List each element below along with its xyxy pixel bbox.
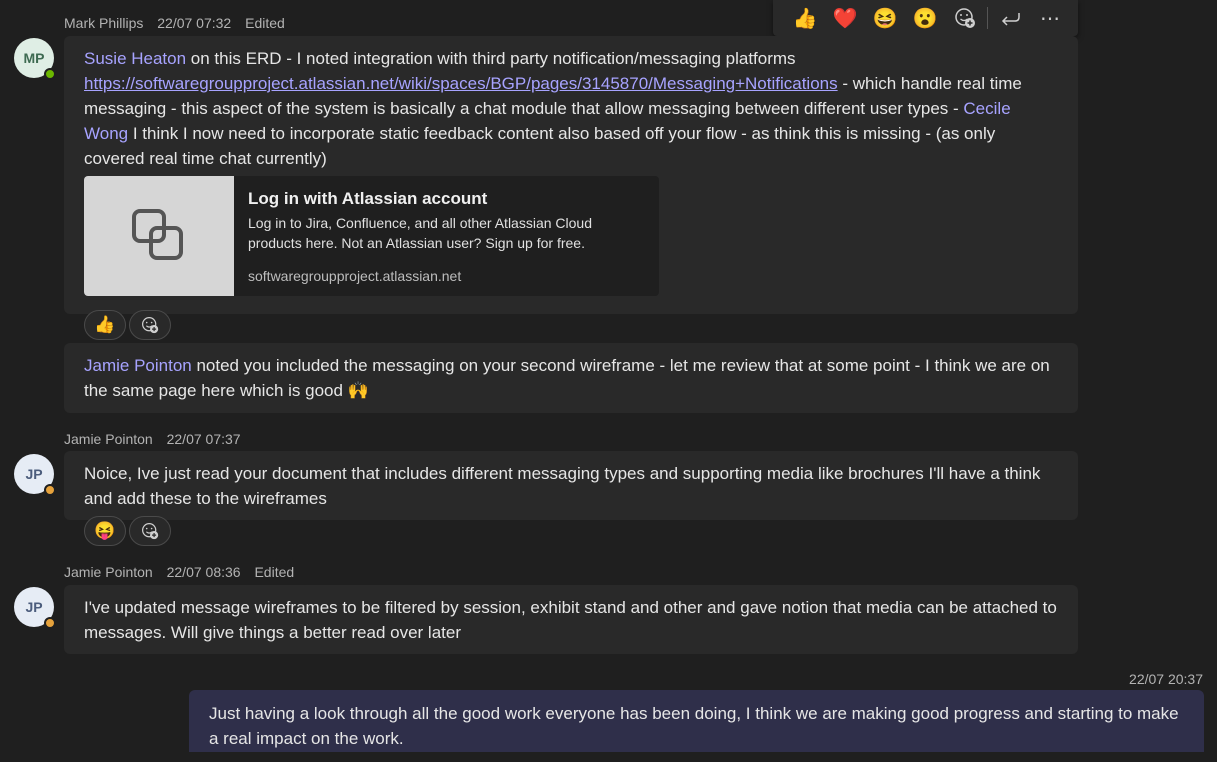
author-name[interactable]: Mark Phillips (64, 15, 143, 31)
card-title: Log in with Atlassian account (248, 189, 488, 208)
reply-button[interactable] (990, 0, 1030, 36)
message-header: Mark Phillips 22/07 07:32 Edited (64, 15, 295, 31)
edited-label: Edited (254, 564, 295, 580)
avatar[interactable]: JP (14, 587, 56, 629)
edited-label: Edited (245, 15, 285, 31)
message-header: Jamie Pointon 22/07 08:36 Edited (64, 564, 304, 580)
message-bubble: Noice, Ive just read your document that … (64, 451, 1078, 520)
avatar-initials: MP (23, 50, 45, 66)
avatar[interactable]: MP (14, 38, 56, 80)
thumbs-up-icon: 👍 (94, 315, 116, 334)
reaction-pill[interactable]: 😝 (84, 516, 126, 546)
avatar[interactable]: JP (14, 454, 56, 496)
message-text: Noice, Ive just read your document that … (84, 464, 1041, 508)
tongue-out-emoji-icon: 😝 (94, 521, 116, 540)
message-header: Jamie Pointon 22/07 07:37 (64, 431, 251, 447)
card-thumbnail (84, 176, 234, 296)
presence-available-icon (44, 68, 56, 80)
heart-reaction-button[interactable]: ❤️ (825, 0, 865, 36)
message-timestamp: 22/07 07:32 (157, 15, 232, 31)
add-reaction-icon (142, 523, 159, 540)
author-name[interactable]: Jamie Pointon (64, 431, 153, 447)
add-reaction-icon (142, 317, 159, 334)
add-reaction-button[interactable] (129, 310, 171, 340)
presence-away-icon (44, 484, 56, 496)
message-text-part: on this ERD - I noted integration with t… (186, 49, 796, 68)
link-icon (132, 209, 183, 260)
message-timestamp: 22/07 20:37 (1129, 671, 1203, 687)
own-message-bubble: Just having a look through all the good … (189, 690, 1204, 752)
message-text: Susie Heaton on this ERD - I noted integ… (84, 46, 1058, 171)
presence-away-icon (44, 617, 56, 629)
avatar-initials: JP (25, 466, 43, 482)
surprised-reaction-button[interactable]: 😮 (905, 0, 945, 36)
message-timestamp: 22/07 08:36 (166, 564, 241, 580)
mention[interactable]: Jamie Pointon (84, 356, 192, 375)
wiki-link[interactable]: https://softwaregroupproject.atlassian.n… (84, 74, 838, 93)
card-description: Log in to Jira, Confluence, and all othe… (248, 215, 592, 251)
avatar-initials: JP (25, 599, 43, 615)
link-preview-card[interactable]: Log in with Atlassian account Log in to … (84, 176, 659, 296)
message-bubble: I've updated message wireframes to be fi… (64, 585, 1078, 654)
add-reaction-icon (955, 8, 975, 28)
message-text: noted you included the messaging on your… (84, 356, 1050, 400)
message-bubble: Jamie Pointon noted you included the mes… (64, 343, 1078, 413)
message-actions-toolbar: 👍 ❤️ 😆 😮 ⋯ (773, 0, 1078, 36)
laugh-reaction-button[interactable]: 😆 (865, 0, 905, 36)
message-text: Just having a look through all the good … (209, 704, 1179, 748)
reply-icon (1001, 13, 1020, 26)
reaction-pill[interactable]: 👍 (84, 310, 126, 340)
like-reaction-button[interactable]: 👍 (785, 0, 825, 36)
card-domain: softwaregroupproject.atlassian.net (248, 268, 462, 284)
message-timestamp: 22/07 07:37 (166, 431, 241, 447)
message-text: I've updated message wireframes to be fi… (84, 598, 1057, 642)
add-reaction-button[interactable] (945, 0, 985, 36)
mention[interactable]: Susie Heaton (84, 49, 186, 68)
toolbar-divider (987, 7, 988, 29)
add-reaction-button[interactable] (129, 516, 171, 546)
more-options-button[interactable]: ⋯ (1030, 0, 1070, 36)
author-name[interactable]: Jamie Pointon (64, 564, 153, 580)
message-text-part: I think I now need to incorporate static… (84, 124, 996, 168)
